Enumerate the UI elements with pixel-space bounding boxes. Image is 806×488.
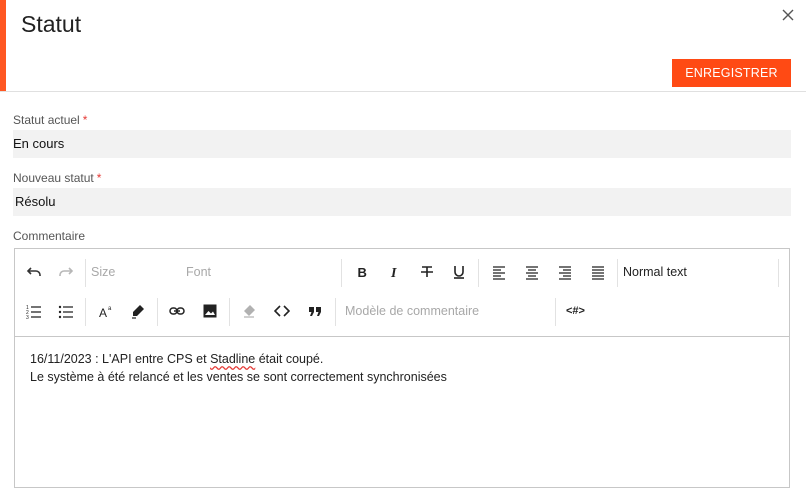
dialog-title: Statut <box>21 11 82 37</box>
svg-text:a: a <box>108 306 112 312</box>
superscript-icon: Aa <box>99 306 112 319</box>
comment-editor[interactable]: Size Font B I Normal text 1 2 3 A a Modè… <box>14 248 790 488</box>
align-left-icon <box>493 266 505 280</box>
redo-button[interactable] <box>53 259 79 285</box>
font-family-select[interactable]: Font <box>186 265 211 279</box>
toolbar-separator <box>478 259 479 287</box>
bullet-list-button[interactable] <box>53 298 79 324</box>
close-icon[interactable] <box>778 5 798 25</box>
align-center-icon <box>526 266 538 280</box>
undo-button[interactable] <box>21 259 47 285</box>
toolbar-separator <box>229 298 230 326</box>
bold-button[interactable]: B <box>349 259 375 285</box>
undo-icon <box>26 267 41 276</box>
toolbar-separator <box>157 298 158 326</box>
blockquote-button[interactable] <box>302 298 328 324</box>
strikethrough-icon <box>421 266 433 277</box>
required-mark: * <box>96 171 102 185</box>
new-status-select[interactable]: Résolu <box>13 188 791 216</box>
new-status-value: Résolu <box>15 194 56 209</box>
current-status-label: Statut actuel * <box>13 113 87 127</box>
marker-icon <box>132 305 144 319</box>
save-button[interactable]: ENREGISTRER <box>672 59 791 87</box>
bullet-list-icon <box>58 305 73 319</box>
new-status-label-text: Nouveau statut <box>13 171 94 185</box>
align-justify-button[interactable] <box>585 259 611 285</box>
svg-text:B: B <box>358 265 367 280</box>
header-divider <box>0 91 806 92</box>
insert-link-button[interactable] <box>164 298 190 324</box>
toolbar-separator <box>555 298 556 326</box>
comment-template-select[interactable]: Modèle de commentaire <box>345 304 479 318</box>
underline-button[interactable] <box>446 259 472 285</box>
misspelled-word: Stadline <box>210 352 256 366</box>
code-icon <box>274 305 290 317</box>
code-view-button[interactable] <box>269 298 295 324</box>
font-size-select[interactable]: Size <box>91 265 115 279</box>
strikethrough-button[interactable] <box>414 259 440 285</box>
clear-format-button[interactable] <box>236 298 262 324</box>
toolbar-separator <box>85 259 86 287</box>
editor-toolbar: Size Font B I Normal text 1 2 3 A a Modè… <box>15 249 789 337</box>
current-status-label-text: Statut actuel <box>13 113 80 127</box>
highlight-button[interactable] <box>125 298 151 324</box>
current-status-field: En cours <box>13 130 791 158</box>
align-left-button[interactable] <box>486 259 512 285</box>
toolbar-separator <box>617 259 618 287</box>
superscript-button[interactable]: Aa <box>93 298 119 324</box>
new-status-label: Nouveau statut * <box>13 171 101 185</box>
toolbar-separator <box>341 259 342 287</box>
image-icon <box>203 304 217 318</box>
link-icon <box>169 307 185 315</box>
accent-bar <box>0 0 6 92</box>
ordered-list-button[interactable]: 123 <box>21 298 47 324</box>
comment-label: Commentaire <box>13 229 86 243</box>
align-center-button[interactable] <box>519 259 545 285</box>
comment-text: 16/11/2023 : L'API entre CPS et <box>30 352 211 366</box>
align-right-button[interactable] <box>552 259 578 285</box>
eraser-icon <box>244 305 255 318</box>
italic-icon: I <box>390 266 397 280</box>
insert-image-button[interactable] <box>197 298 223 324</box>
current-status-value: En cours <box>13 136 65 151</box>
toolbar-separator <box>85 298 86 326</box>
align-right-icon <box>559 266 571 280</box>
svg-text:A: A <box>99 306 107 319</box>
comment-line: Le système à été relancé et les ventes s… <box>30 370 447 384</box>
comment-content[interactable]: 16/11/2023 : L'API entre CPS et Stadline… <box>30 350 447 386</box>
align-justify-icon <box>592 266 604 280</box>
toolbar-separator <box>778 259 779 287</box>
quote-icon <box>309 307 321 316</box>
redo-icon <box>59 267 74 276</box>
toolbar-separator <box>335 298 336 326</box>
ordered-list-icon: 123 <box>26 305 41 319</box>
bold-icon: B <box>358 265 367 280</box>
underline-icon <box>454 266 464 279</box>
required-mark: * <box>82 113 88 127</box>
comment-text: était coupé. <box>255 352 324 366</box>
block-format-select[interactable]: Normal text <box>623 265 687 279</box>
svg-text:3: 3 <box>26 315 29 319</box>
svg-text:I: I <box>390 266 397 280</box>
comment-line: 16/11/2023 : L'API entre CPS et Stadline… <box>30 350 447 368</box>
insert-variable-button[interactable]: <#> <box>566 305 585 317</box>
italic-button[interactable]: I <box>381 259 407 285</box>
